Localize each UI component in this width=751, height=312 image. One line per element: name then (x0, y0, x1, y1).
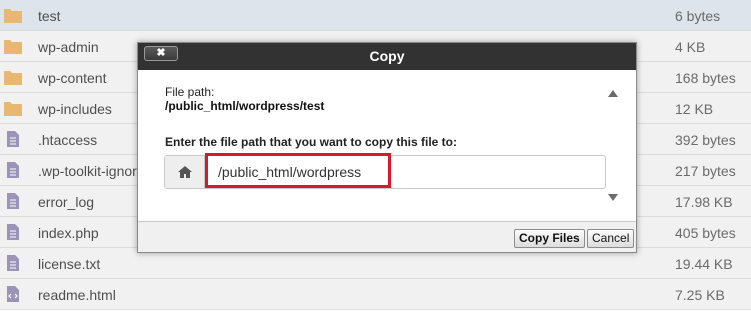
file-size: 19.44 KB (675, 256, 733, 272)
file-size: 12 KB (675, 101, 714, 117)
highlight-annotation (205, 153, 391, 188)
file-icon (7, 193, 19, 209)
file-icon (7, 162, 19, 178)
file-size: 405 bytes (675, 225, 736, 241)
folder-icon (4, 40, 22, 54)
file-icon (7, 255, 19, 271)
dialog-title: Copy (369, 48, 405, 64)
folder-icon (4, 71, 22, 85)
file-size: 168 bytes (675, 70, 736, 86)
html-file-icon (7, 286, 19, 302)
table-row[interactable]: readme.html 7.25 KB (0, 279, 751, 310)
file-name: .wp-toolkit-ignor (38, 163, 137, 179)
file-name: wp-content (38, 70, 107, 86)
cancel-button[interactable]: Cancel (587, 229, 635, 248)
scroll-down-arrow[interactable] (608, 194, 618, 201)
file-name: index.php (38, 225, 99, 241)
dialog-footer: Copy Files Cancel (138, 221, 636, 252)
file-name: license.txt (38, 256, 101, 272)
copy-dialog: ✖ Copy File path: /public_html/wordpress… (137, 42, 637, 253)
folder-icon (4, 9, 22, 23)
file-size: 6 bytes (675, 8, 721, 24)
file-name: wp-includes (38, 101, 112, 117)
scroll-up-arrow[interactable] (608, 90, 618, 97)
copy-files-button[interactable]: Copy Files (514, 229, 585, 248)
file-name: .htaccess (38, 132, 98, 148)
dialog-header: ✖ Copy (138, 43, 636, 70)
home-button[interactable] (165, 156, 205, 188)
file-path-label: File path: (165, 85, 215, 99)
file-icon (7, 131, 19, 147)
folder-icon (4, 102, 22, 116)
file-size: 217 bytes (675, 163, 736, 179)
file-size: 7.25 KB (675, 287, 725, 303)
file-name: error_log (38, 194, 95, 210)
file-size: 392 bytes (675, 132, 736, 148)
file-name: wp-admin (38, 39, 99, 55)
file-name: test (38, 8, 61, 24)
home-icon (178, 166, 192, 178)
destination-label: Enter the file path that you want to cop… (165, 135, 458, 149)
file-size: 4 KB (675, 39, 706, 55)
file-path-value: /public_html/wordpress/test (165, 99, 325, 113)
table-row[interactable]: test 6 bytes (0, 0, 751, 31)
file-size: 17.98 KB (675, 194, 733, 210)
file-name: readme.html (38, 287, 116, 303)
file-icon (7, 224, 19, 240)
dialog-body: File path: /public_html/wordpress/test E… (138, 70, 636, 221)
